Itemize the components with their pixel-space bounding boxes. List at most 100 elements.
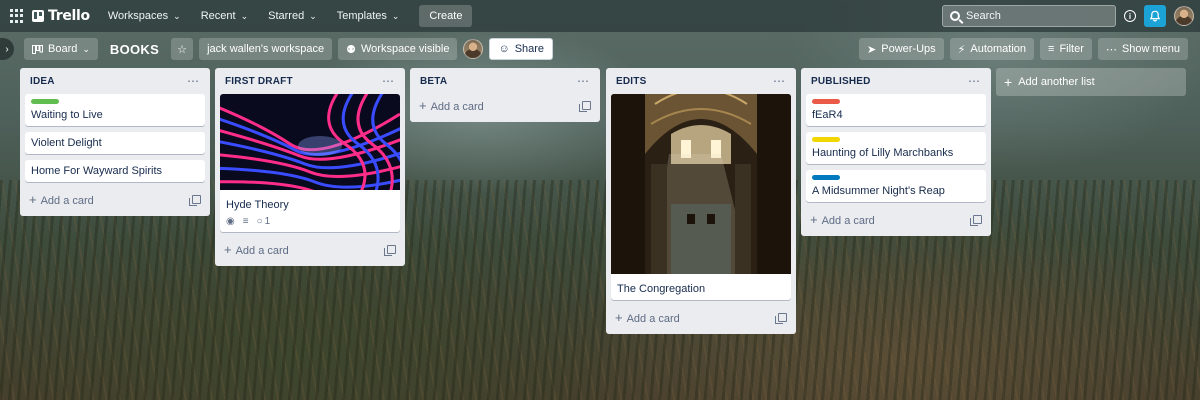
automation-label: Automation	[970, 43, 1027, 55]
power-ups-button[interactable]: ➤ Power-Ups	[859, 38, 944, 60]
workspace-button[interactable]: jack wallen's workspace	[199, 38, 333, 60]
nav-templates[interactable]: Templates ⌄	[329, 4, 408, 28]
card-label-blue[interactable]	[812, 175, 840, 180]
card-label-yellow[interactable]	[812, 137, 840, 142]
card[interactable]: fEaR4	[806, 94, 986, 126]
nav-recent-label: Recent	[200, 10, 236, 22]
lightning-icon: ⚡	[957, 43, 966, 56]
automation-button[interactable]: ⚡ Automation	[949, 38, 1035, 60]
filter-button[interactable]: ≡ Filter	[1040, 38, 1092, 60]
create-button[interactable]: Create	[419, 5, 473, 27]
filter-label: Filter	[1059, 43, 1084, 55]
app-switcher-icon[interactable]	[10, 9, 24, 23]
card-label-green[interactable]	[31, 99, 59, 104]
list-menu-icon[interactable]: ⋯	[187, 75, 200, 87]
share-person-icon: ☺	[498, 43, 510, 55]
list-menu-icon[interactable]: ⋯	[773, 75, 786, 87]
sidebar-expand-icon[interactable]: ›	[0, 38, 14, 60]
plus-icon: +	[29, 191, 37, 207]
search-box[interactable]	[942, 5, 1116, 27]
card-template-icon[interactable]	[579, 100, 591, 112]
card[interactable]: Waiting to Live	[25, 94, 205, 126]
list-header[interactable]: IDEA ⋯	[25, 68, 205, 94]
list-title: EDITS	[616, 75, 647, 87]
notifications-button[interactable]	[1144, 5, 1166, 27]
list-header[interactable]: EDITS ⋯	[611, 68, 791, 94]
list-header[interactable]: BETA ⋯	[415, 68, 595, 94]
add-card-button[interactable]: + Add a card	[810, 212, 875, 227]
star-board-button[interactable]: ☆	[171, 38, 194, 60]
more-icon: ⋯	[1105, 43, 1117, 56]
add-card-row: + Add a card	[611, 306, 791, 328]
list-menu-icon[interactable]: ⋯	[968, 75, 981, 87]
card-template-icon[interactable]	[189, 194, 201, 206]
people-icon: ⚉	[346, 43, 356, 56]
add-card-label: Add a card	[430, 100, 484, 113]
list-title: FIRST DRAFT	[225, 75, 293, 87]
card[interactable]: Hyde Theory ◉ ≡ ○ 1	[220, 94, 400, 232]
board-title[interactable]: BOOKS	[104, 42, 165, 57]
show-menu-button[interactable]: ⋯ Show menu	[1097, 38, 1188, 60]
bell-icon	[1149, 10, 1161, 22]
search-input[interactable]	[966, 10, 1106, 22]
list-header[interactable]: FIRST DRAFT ⋯	[220, 68, 400, 94]
card-template-icon[interactable]	[384, 244, 396, 256]
trello-logo[interactable]: Trello	[32, 8, 90, 24]
add-card-button[interactable]: + Add a card	[224, 242, 289, 257]
card-badges: ◉ ≡ ○ 1	[226, 216, 394, 227]
share-button[interactable]: ☺ Share	[489, 38, 554, 60]
plus-icon: +	[419, 97, 427, 113]
user-avatar[interactable]	[1174, 6, 1194, 26]
card-label-red[interactable]	[812, 99, 840, 104]
board-view-switcher[interactable]: Board ⌄	[24, 38, 98, 60]
card-title: The Congregation	[617, 283, 706, 295]
add-card-row: + Add a card	[806, 208, 986, 230]
add-card-button[interactable]: + Add a card	[615, 310, 680, 325]
chevron-down-icon: ⌄	[391, 10, 400, 21]
card[interactable]: The Congregation	[611, 94, 791, 300]
add-card-button[interactable]: + Add a card	[419, 98, 484, 113]
card[interactable]: A Midsummer Night's Reap	[806, 170, 986, 202]
logo-text: Trello	[48, 8, 90, 24]
add-list-button[interactable]: + Add another list	[996, 68, 1186, 96]
rocket-icon: ➤	[867, 43, 877, 56]
top-nav-bar: Trello Workspaces ⌄ Recent ⌄ Starred ⌄ T…	[0, 0, 1200, 32]
card-title: fEaR4	[812, 109, 843, 121]
add-card-label: Add a card	[235, 244, 289, 257]
filter-icon: ≡	[1048, 43, 1055, 55]
topbar-right-group: i	[942, 5, 1194, 27]
card-template-icon[interactable]	[775, 312, 787, 324]
eye-icon: ◉	[226, 216, 235, 227]
info-icon[interactable]: i	[1124, 10, 1136, 22]
nav-workspaces-label: Workspaces	[107, 10, 169, 22]
card[interactable]: Home For Wayward Spirits	[25, 160, 205, 182]
list-title: BETA	[420, 75, 448, 87]
chevron-down-icon: ⌄	[240, 10, 249, 21]
add-card-label: Add a card	[40, 194, 94, 207]
list-edits: EDITS ⋯ The Congregation + Add a card	[606, 68, 796, 334]
card-title: Hyde Theory	[226, 199, 289, 211]
card-title: Home For Wayward Spirits	[31, 165, 163, 177]
list-header[interactable]: PUBLISHED ⋯	[806, 68, 986, 94]
add-card-button[interactable]: + Add a card	[29, 192, 94, 207]
star-icon: ☆	[177, 43, 188, 56]
plus-icon: +	[615, 309, 623, 325]
nav-starred-label: Starred	[268, 10, 305, 22]
trello-logo-icon	[32, 10, 44, 22]
card-template-icon[interactable]	[970, 214, 982, 226]
list-beta: BETA ⋯ + Add a card	[410, 68, 600, 122]
list-menu-icon[interactable]: ⋯	[382, 75, 395, 87]
list-first-draft: FIRST DRAFT ⋯ Hyde Theory ◉ ≡ ○ 1 + Add …	[215, 68, 405, 266]
visibility-button[interactable]: ⚉ Workspace visible	[338, 38, 458, 60]
nav-templates-label: Templates	[336, 10, 387, 22]
nav-recent[interactable]: Recent ⌄	[193, 4, 256, 28]
nav-starred[interactable]: Starred ⌄	[260, 4, 325, 28]
list-menu-icon[interactable]: ⋯	[577, 75, 590, 87]
add-card-label: Add a card	[626, 312, 680, 325]
show-menu-label: Show menu	[1121, 43, 1180, 55]
card[interactable]: Violent Delight	[25, 132, 205, 154]
nav-workspaces[interactable]: Workspaces ⌄	[100, 4, 189, 28]
board-member-avatar[interactable]	[463, 39, 484, 59]
card[interactable]: Haunting of Lilly Marchbanks	[806, 132, 986, 164]
board-view-icon	[32, 44, 43, 54]
